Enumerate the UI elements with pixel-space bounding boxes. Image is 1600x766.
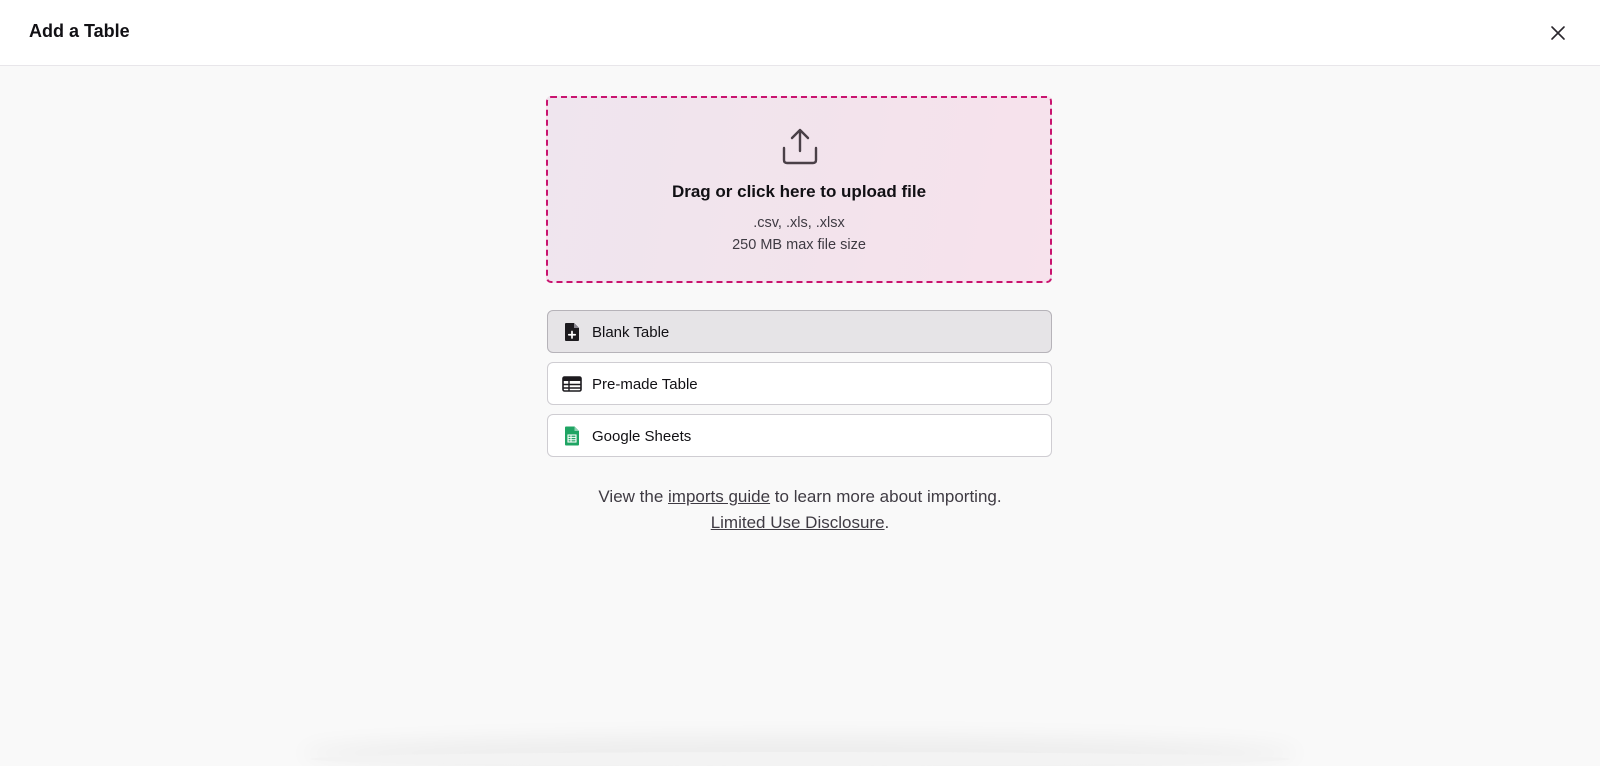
blank-table-option[interactable]: Blank Table xyxy=(547,310,1052,353)
footer-suffix: to learn more about importing. xyxy=(770,487,1002,506)
google-sheets-option[interactable]: Google Sheets xyxy=(547,414,1052,457)
disclosure-period: . xyxy=(884,513,890,532)
limited-use-disclosure-link[interactable]: Limited Use Disclosure xyxy=(711,513,885,532)
upload-icon xyxy=(782,128,818,165)
imports-guide-text: View the imports guide to learn more abo… xyxy=(400,486,1200,508)
dialog-title: Add a Table xyxy=(29,21,130,41)
bottom-panel-edge xyxy=(310,752,1290,766)
google-sheets-label: Google Sheets xyxy=(592,428,692,445)
upload-dropzone[interactable]: Drag or click here to upload file .csv, … xyxy=(546,96,1052,283)
file-plus-icon xyxy=(565,323,579,341)
table-icon xyxy=(562,376,582,392)
close-icon[interactable] xyxy=(1550,25,1566,41)
footer-prefix: View the xyxy=(598,487,669,506)
imports-guide-link[interactable]: imports guide xyxy=(668,487,770,506)
upload-file-types: .csv, .xls, .xlsx xyxy=(753,215,845,231)
premade-table-option[interactable]: Pre-made Table xyxy=(547,362,1052,405)
upload-title: Drag or click here to upload file xyxy=(671,182,927,201)
blank-table-label: Blank Table xyxy=(592,324,670,341)
disclosure-text: Limited Use Disclosure. xyxy=(400,512,1200,534)
upload-max-size: 250 MB max file size xyxy=(732,237,866,253)
premade-table-label: Pre-made Table xyxy=(592,376,698,393)
dialog-header: Add a Table xyxy=(0,0,1600,66)
close-button[interactable] xyxy=(1544,19,1572,47)
google-sheets-icon xyxy=(565,426,579,446)
